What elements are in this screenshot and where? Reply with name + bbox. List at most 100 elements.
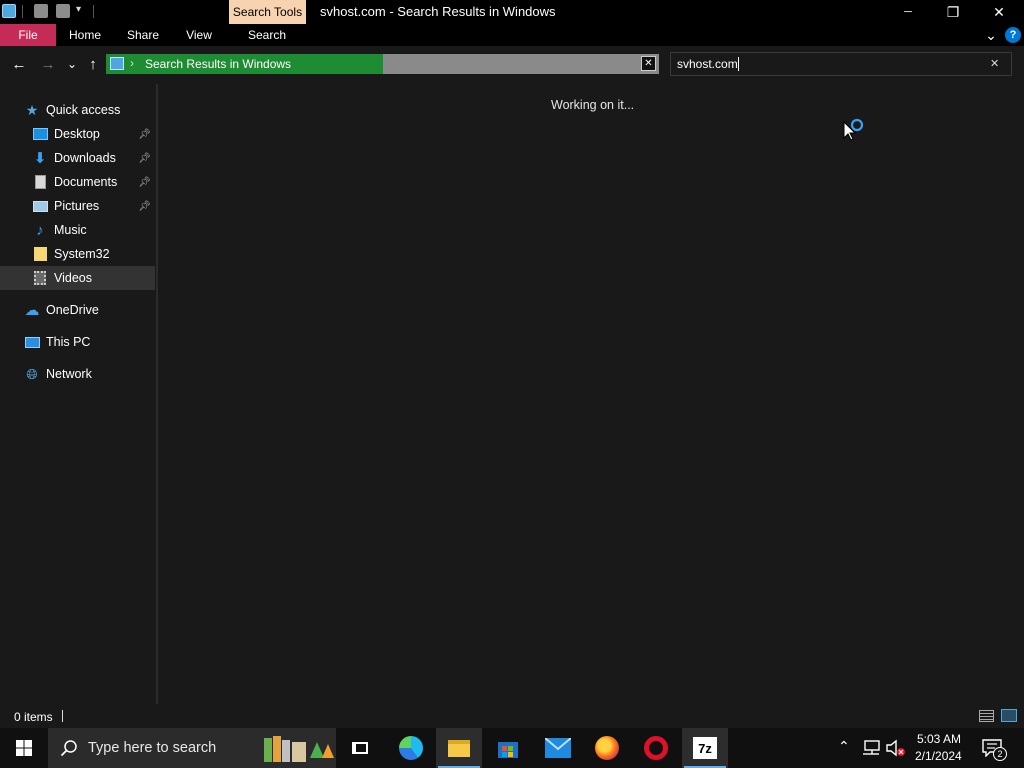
search-input[interactable]: svhost.com ✕ — [670, 52, 1012, 76]
busy-cursor-icon — [843, 118, 864, 141]
desktop-icon — [32, 127, 48, 141]
sidebar-item-label: Downloads — [54, 151, 116, 165]
properties-icon[interactable] — [34, 4, 48, 18]
forward-button[interactable]: → — [38, 54, 58, 74]
sidebar-item-label: Network — [46, 367, 92, 381]
help-icon[interactable]: ? — [1005, 27, 1021, 43]
pictures-icon — [32, 199, 48, 213]
star-icon: ★ — [25, 101, 39, 118]
sidebar-item-label: Documents — [54, 175, 118, 189]
clock-time[interactable]: 5:03 AM — [917, 732, 961, 746]
navigation-pane: ★ Quick access Desktop 📌︎ ⬇ Downloads 📌︎… — [0, 84, 157, 704]
search-caret — [738, 57, 739, 71]
pin-icon[interactable]: 📌︎ — [138, 177, 151, 188]
show-hidden-icons-button[interactable]: ⌃ — [838, 738, 850, 755]
search-results-icon — [110, 57, 124, 70]
sidebar-item-desktop[interactable]: Desktop 📌︎ — [0, 122, 155, 146]
working-message: Working on it... — [551, 98, 635, 112]
qat-separator — [93, 5, 94, 18]
firefox-icon[interactable] — [593, 734, 621, 762]
task-view-icon[interactable] — [346, 734, 374, 762]
seven-zip-label: 7z — [693, 737, 717, 759]
mail-icon[interactable] — [544, 734, 572, 762]
sidebar-item-system32[interactable]: System32 — [0, 242, 155, 266]
search-input-value: svhost.com — [677, 57, 738, 71]
volume-muted-icon[interactable] — [886, 739, 906, 757]
network-status-icon[interactable] — [862, 740, 880, 756]
sidebar-item-label: Videos — [54, 271, 92, 285]
stop-search-icon[interactable]: ✕ — [641, 56, 656, 71]
sidebar-item-label: System32 — [54, 247, 110, 261]
edge-icon[interactable] — [397, 734, 425, 762]
sidebar-item-this-pc[interactable]: This PC — [0, 330, 155, 354]
explorer-app-icon[interactable] — [2, 4, 16, 18]
large-icons-view-icon[interactable] — [1001, 709, 1017, 722]
microsoft-store-icon[interactable] — [494, 734, 522, 762]
taskbar-search-placeholder: Type here to search — [88, 740, 217, 756]
sidebar-item-pictures[interactable]: Pictures 📌︎ — [0, 194, 155, 218]
search-tools-tab[interactable]: Search Tools — [229, 0, 306, 24]
sidebar-item-downloads[interactable]: ⬇ Downloads 📌︎ — [0, 146, 155, 170]
tab-search[interactable]: Search — [235, 24, 299, 46]
ribbon-tabs: File Home Share View Search ⌄ ? — [0, 24, 1024, 46]
sidebar-item-quick-access[interactable]: ★ Quick access — [0, 98, 155, 122]
taskbar: Type here to search 7z ⌃ 5:03 AM 2/1/202… — [0, 728, 1024, 768]
downloads-icon: ⬇ — [33, 150, 47, 167]
details-view-icon[interactable] — [979, 710, 994, 722]
windows-start-icon[interactable] — [16, 740, 32, 756]
documents-icon — [32, 175, 48, 189]
notification-count-badge: 2 — [993, 747, 1007, 761]
network-icon: 🌐︎ — [26, 365, 38, 382]
folder-icon — [32, 247, 48, 261]
sidebar-item-onedrive[interactable]: ☁ OneDrive — [0, 298, 155, 322]
pin-icon[interactable]: 📌︎ — [138, 129, 151, 140]
status-bar: 0 items — [0, 704, 1024, 728]
status-separator — [62, 710, 63, 722]
address-separator: › — [130, 56, 134, 70]
music-icon: ♪ — [36, 221, 44, 239]
opera-icon[interactable] — [642, 734, 670, 762]
pin-icon[interactable]: 📌︎ — [138, 153, 151, 164]
search-highlight-books-icon — [262, 734, 334, 764]
minimize-button[interactable]: ─ — [885, 0, 931, 24]
pin-icon[interactable]: 📌︎ — [138, 201, 151, 212]
title-bar: ▾ Search Tools svhost.com - Search Resul… — [0, 0, 1024, 24]
address-text: Search Results in Windows — [145, 57, 292, 71]
up-button[interactable]: ↑ — [83, 54, 103, 74]
sidebar-item-label: This PC — [46, 335, 91, 349]
clear-search-icon[interactable]: ✕ — [990, 57, 999, 70]
sidebar-item-documents[interactable]: Documents 📌︎ — [0, 170, 155, 194]
videos-icon — [32, 271, 48, 285]
cloud-icon: ☁ — [24, 302, 40, 319]
ribbon-expand-icon[interactable]: ⌄ — [982, 24, 1000, 46]
sidebar-item-label: Pictures — [54, 199, 100, 213]
customize-qat-icon[interactable]: ▾ — [76, 4, 81, 15]
tab-file[interactable]: File — [0, 24, 56, 46]
sidebar-item-label: Desktop — [54, 127, 100, 141]
address-bar[interactable]: › Search Results in Windows ✕ — [106, 54, 659, 74]
sidebar-item-label: OneDrive — [46, 303, 99, 317]
window-title: svhost.com - Search Results in Windows — [320, 4, 556, 19]
sidebar-item-videos[interactable]: Videos — [0, 266, 155, 290]
back-button[interactable]: ← — [9, 54, 29, 74]
item-count: 0 items — [14, 710, 53, 724]
navigation-bar: ← → ⌄ ↑ › Search Results in Windows ✕ sv… — [0, 46, 1024, 84]
file-explorer-icon[interactable] — [445, 734, 473, 762]
sidebar-item-network[interactable]: 🌐︎ Network — [0, 362, 155, 386]
taskbar-search-box[interactable]: Type here to search — [48, 728, 336, 768]
search-icon — [60, 740, 77, 757]
tab-home[interactable]: Home — [62, 24, 108, 46]
tab-share[interactable]: Share — [120, 24, 166, 46]
file-list-area[interactable]: Working on it... — [158, 84, 1024, 704]
sidebar-item-music[interactable]: ♪ Music — [0, 218, 155, 242]
close-button[interactable]: ✕ — [976, 0, 1022, 24]
sidebar-item-label: Music — [54, 223, 87, 237]
restore-button[interactable]: ❐ — [930, 0, 976, 24]
tab-view[interactable]: View — [178, 24, 220, 46]
seven-zip-icon[interactable]: 7z — [691, 734, 719, 762]
computer-icon — [24, 335, 40, 349]
clock-date[interactable]: 2/1/2024 — [915, 749, 962, 763]
recent-locations-button[interactable]: ⌄ — [62, 54, 82, 74]
new-folder-icon[interactable] — [56, 4, 70, 18]
qat-separator — [22, 5, 23, 18]
